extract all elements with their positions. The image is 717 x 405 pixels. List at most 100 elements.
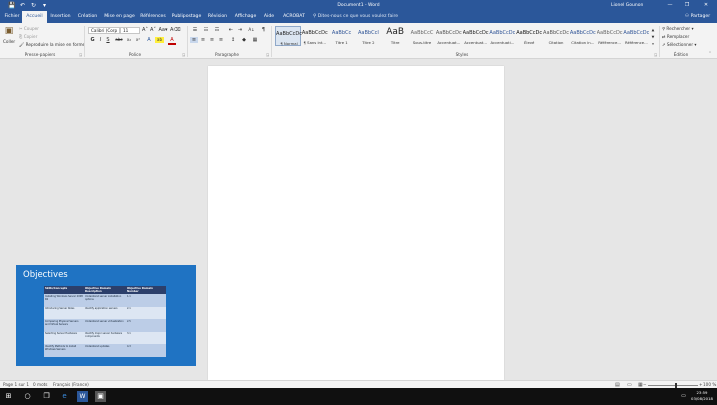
style-item[interactable]: AaBbCcDc Accentuat... bbox=[463, 26, 489, 46]
shrink-font-button[interactable]: A˅ bbox=[149, 27, 157, 33]
cut-button[interactable]: ✂ Couper bbox=[19, 26, 39, 31]
show-marks-button[interactable]: ¶ bbox=[260, 27, 267, 33]
font-launcher-icon[interactable]: ◲ bbox=[182, 53, 185, 57]
word-app-icon[interactable]: W bbox=[77, 391, 88, 402]
clear-formatting-button[interactable]: A⌫ bbox=[170, 27, 181, 33]
notification-icon[interactable]: ▭ bbox=[678, 391, 689, 402]
system-clock[interactable]: 23:59 03/08/2018 bbox=[690, 390, 714, 401]
windows-start-icon[interactable]: ⊞ bbox=[3, 391, 14, 402]
style-item[interactable]: AaBbCc Titre 1 bbox=[329, 26, 355, 46]
ribbon-tabs: Fichier Accueil Insertion Création Mise … bbox=[0, 11, 717, 23]
edge-browser-icon[interactable]: e bbox=[59, 391, 70, 402]
style-item[interactable]: AaBbCcDc Référence... bbox=[623, 26, 649, 46]
user-name[interactable]: Lionel Gounon bbox=[611, 2, 643, 9]
align-center-button[interactable]: ≡ bbox=[199, 37, 207, 43]
person-icon: ⚇ bbox=[685, 14, 690, 19]
paste-icon[interactable]: ▣ bbox=[3, 26, 15, 36]
clipboard-launcher-icon[interactable]: ◲ bbox=[79, 53, 82, 57]
screen-capture-icon[interactable]: ▣ bbox=[95, 391, 106, 402]
font-size-dropdown[interactable]: 11 bbox=[120, 27, 140, 34]
tab-affichage[interactable]: Affichage bbox=[232, 11, 259, 23]
table-header-row: Skills/Concepts Objective Domain Descrip… bbox=[44, 286, 166, 294]
styles-launcher-icon[interactable]: ◲ bbox=[654, 53, 657, 57]
style-item[interactable]: AaBbCcDc Citation in... bbox=[570, 26, 596, 46]
font-name-dropdown[interactable]: Calibri (Corp bbox=[88, 27, 120, 34]
line-spacing-button[interactable]: ↕ bbox=[229, 37, 237, 43]
style-item[interactable]: AaBbCcDc Référence... bbox=[597, 26, 623, 46]
style-item[interactable]: AaBbCcDc Accentuati... bbox=[489, 26, 515, 46]
grow-font-button[interactable]: A˄ bbox=[141, 27, 149, 33]
table-cell: Understand server installation options bbox=[84, 294, 126, 307]
tab-aide[interactable]: Aide bbox=[261, 11, 277, 23]
highlight-button[interactable]: ab bbox=[155, 37, 164, 43]
style-item[interactable]: AaBbCcI Titre 2 bbox=[355, 26, 381, 46]
superscript-button[interactable]: x² bbox=[134, 37, 142, 43]
style-item[interactable]: AaBbCcDc ¶ Sans int... bbox=[302, 26, 328, 46]
style-item[interactable]: AaBbCcDc Accentuat... bbox=[436, 26, 462, 46]
style-preview: AaBbCcDc bbox=[543, 30, 569, 36]
copy-button[interactable]: ⎘ Copier bbox=[19, 34, 37, 39]
style-name: Accentuat... bbox=[464, 40, 487, 45]
bold-button[interactable]: G bbox=[89, 37, 96, 43]
tab-acrobat[interactable]: ACROBAT bbox=[280, 11, 308, 23]
style-name: Accentuati... bbox=[490, 40, 515, 45]
slide-thumbnail[interactable]: Objectives Skills/Concepts Objective Dom… bbox=[16, 265, 196, 366]
task-view-icon[interactable]: ❒ bbox=[41, 391, 52, 402]
italic-button[interactable]: I bbox=[97, 37, 104, 43]
tab-insertion[interactable]: Insertion bbox=[48, 11, 73, 23]
align-right-button[interactable]: ≡ bbox=[208, 37, 216, 43]
style-item[interactable]: AaBbCcC Sous-titre bbox=[409, 26, 435, 46]
align-left-button[interactable]: ≡ bbox=[190, 37, 198, 43]
format-painter-button[interactable]: 🖌 Reproduire la mise en forme bbox=[19, 42, 85, 48]
table-cell: Identify major server hardware component… bbox=[84, 331, 126, 344]
sort-button[interactable]: A↓ bbox=[247, 27, 256, 33]
tab-references[interactable]: Références bbox=[138, 11, 168, 23]
tab-accueil[interactable]: Accueil bbox=[22, 11, 47, 23]
bullets-button[interactable]: ☰ bbox=[190, 27, 200, 33]
styles-more-icon[interactable]: ▾ bbox=[650, 41, 656, 48]
style-preview: AaBbCcDc bbox=[301, 30, 328, 36]
shading-button[interactable]: ◆ bbox=[240, 37, 248, 43]
justify-button[interactable]: ≡ bbox=[217, 37, 225, 43]
tab-fichier[interactable]: Fichier bbox=[2, 11, 22, 23]
table-cell: 4.3 bbox=[126, 344, 166, 357]
document-page[interactable] bbox=[208, 66, 504, 380]
table-cell: Identify Methods to Install Windows Serv… bbox=[44, 344, 84, 357]
replace-button[interactable]: ⇄ Remplacer bbox=[662, 34, 689, 39]
strikethrough-button[interactable]: abc bbox=[114, 37, 124, 43]
share-button[interactable]: ⚇ Partager bbox=[685, 11, 710, 23]
styles-scroll-down-icon[interactable]: ▼ bbox=[650, 34, 656, 41]
change-case-button[interactable]: Aa▾ bbox=[158, 27, 168, 33]
tab-publipostage[interactable]: Publipostage bbox=[170, 11, 203, 23]
paragraph-launcher-icon[interactable]: ◲ bbox=[266, 53, 269, 57]
tab-creation[interactable]: Création bbox=[74, 11, 101, 23]
borders-button[interactable]: ▦ bbox=[251, 37, 259, 43]
underline-button[interactable]: S bbox=[104, 37, 112, 43]
share-label: Partager bbox=[690, 14, 711, 19]
tab-mise-en-page[interactable]: Mise en page bbox=[102, 11, 137, 23]
styles-scroll-up-icon[interactable]: ▲ bbox=[650, 27, 656, 34]
decrease-indent-button[interactable]: ⇤ bbox=[227, 27, 235, 33]
tab-revision[interactable]: Révision bbox=[205, 11, 230, 23]
minimize-button[interactable]: — bbox=[664, 1, 676, 10]
subscript-button[interactable]: x₂ bbox=[125, 37, 133, 43]
zoom-slider[interactable] bbox=[648, 385, 698, 386]
style-item[interactable]: AaB Titre bbox=[382, 26, 408, 46]
select-button[interactable]: ➚ Sélectionner ▾ bbox=[662, 42, 697, 47]
paste-button[interactable]: Coller bbox=[3, 39, 15, 44]
style-item[interactable]: AaBbCcDc Élevé bbox=[516, 26, 542, 46]
collapse-ribbon-icon[interactable]: ˄ bbox=[706, 51, 714, 57]
table-row: Installing Windows Server 2008 R2 Unders… bbox=[44, 294, 166, 307]
font-color-button[interactable]: A bbox=[168, 37, 176, 45]
find-button[interactable]: ⚲ Rechercher ▾ bbox=[662, 26, 694, 31]
style-item[interactable]: AaBbCcDc ¶ Normal bbox=[275, 26, 302, 46]
increase-indent-button[interactable]: ⇥ bbox=[236, 27, 244, 33]
numbering-button[interactable]: ☷ bbox=[201, 27, 211, 33]
text-effects-button[interactable]: A bbox=[145, 37, 153, 43]
style-item[interactable]: AaBbCcDc Citation bbox=[543, 26, 569, 46]
tell-me-search[interactable]: ⚲ Dites-nous ce que vous voulez faire bbox=[313, 11, 398, 23]
close-button[interactable]: ✕ bbox=[700, 1, 712, 10]
multilevel-list-button[interactable]: ☶ bbox=[212, 27, 222, 33]
restore-button[interactable]: ❐ bbox=[681, 1, 693, 10]
search-icon[interactable]: ○ bbox=[22, 391, 33, 402]
